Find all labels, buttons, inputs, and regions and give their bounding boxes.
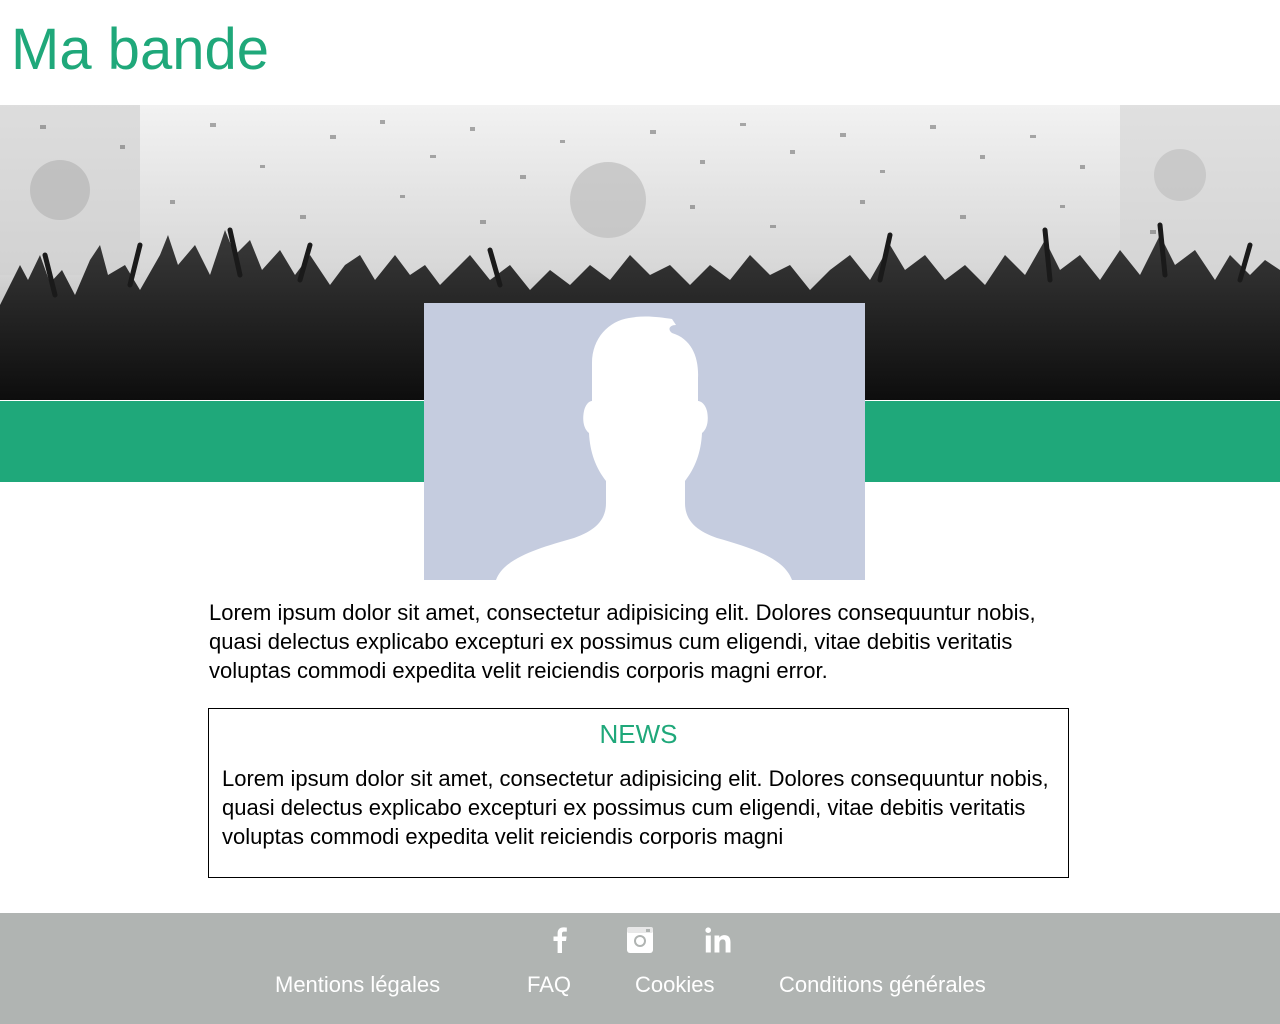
page: Ma bande Lorem ipsum dolor sit amet, con… [0, 0, 1280, 1024]
instagram-icon[interactable] [625, 925, 655, 955]
footer-link-faq[interactable]: FAQ [527, 971, 571, 999]
footer-link-conditions-generales[interactable]: Conditions générales [779, 971, 986, 999]
news-body: Lorem ipsum dolor sit amet, consectetur … [222, 766, 1049, 849]
linkedin-icon[interactable] [703, 925, 733, 955]
profile-avatar [424, 303, 865, 580]
footer: Mentions légales FAQ Cookies Conditions … [0, 913, 1280, 1024]
footer-link-mentions-legales[interactable]: Mentions légales [275, 971, 440, 999]
intro-text: Lorem ipsum dolor sit amet, consectetur … [209, 600, 1036, 683]
news-title: NEWS [599, 719, 678, 749]
news-box: NEWS Lorem ipsum dolor sit amet, consect… [208, 708, 1069, 878]
facebook-icon[interactable] [545, 925, 575, 955]
footer-link-cookies[interactable]: Cookies [635, 971, 714, 999]
site-title: Ma bande [11, 17, 269, 82]
